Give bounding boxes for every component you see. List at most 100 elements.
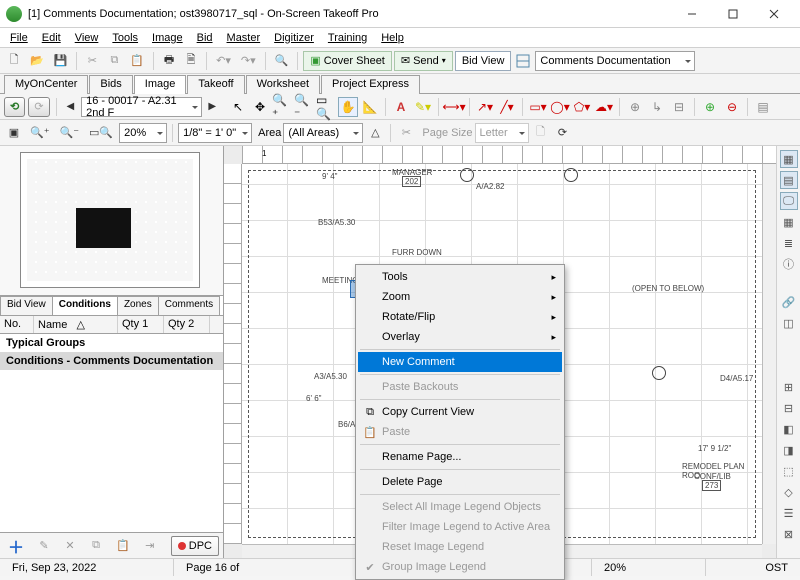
- tool-g-icon[interactable]: ☰: [780, 504, 798, 522]
- tool-h-icon[interactable]: ⊠: [780, 525, 798, 543]
- zoom-in-icon[interactable]: 🔍⁺: [272, 97, 292, 117]
- crop-icon[interactable]: ✂: [396, 123, 416, 143]
- view-grid2-icon[interactable]: ▦: [780, 213, 798, 231]
- undo-icon[interactable]: ↶▾: [212, 51, 235, 71]
- view-list-icon[interactable]: ≣: [780, 234, 798, 252]
- edit-condition-icon[interactable]: ✎: [34, 536, 54, 556]
- scale-selector[interactable]: 1/8" = 1' 0": [178, 123, 252, 143]
- find-icon[interactable]: 🔍: [271, 51, 293, 71]
- menu-bid[interactable]: Bid: [191, 30, 219, 46]
- view-info-icon[interactable]: ⓘ: [780, 255, 798, 273]
- pointer-icon[interactable]: ↖: [228, 97, 248, 117]
- zoom-window-icon[interactable]: ▭🔍: [85, 123, 117, 143]
- ctx-delete-page[interactable]: Delete Page: [358, 472, 562, 492]
- dpc-button[interactable]: DPC: [171, 536, 219, 556]
- left-tab-bidview[interactable]: Bid View: [0, 296, 53, 315]
- export-page-icon[interactable]: 🗋: [531, 123, 551, 143]
- move-icon[interactable]: ✥: [250, 97, 270, 117]
- ctx-tools[interactable]: Tools: [358, 267, 562, 287]
- zoom-selector[interactable]: 20%: [119, 123, 167, 143]
- copy-condition-icon[interactable]: ⧉: [86, 536, 106, 556]
- tab-myoncenter[interactable]: MyOnCenter: [4, 75, 88, 94]
- document-selector[interactable]: Comments Documentation: [535, 51, 695, 71]
- paste-condition-icon[interactable]: 📋: [112, 536, 134, 556]
- tab-project-express[interactable]: Project Express: [321, 75, 420, 94]
- menu-image[interactable]: Image: [146, 30, 189, 46]
- tool-b-icon[interactable]: ⊟: [780, 399, 798, 417]
- thumbnail-area[interactable]: [0, 146, 223, 296]
- col-no[interactable]: No.: [0, 316, 34, 333]
- tab-takeoff[interactable]: Takeoff: [187, 75, 244, 94]
- tool-e-icon[interactable]: ⬚: [780, 462, 798, 480]
- tool-a-icon[interactable]: ⊞: [780, 378, 798, 396]
- menu-digitizer[interactable]: Digitizer: [268, 30, 320, 46]
- hotlink-icon[interactable]: ⊕: [625, 97, 645, 117]
- col-name[interactable]: Name △: [34, 316, 118, 333]
- zoom-minus-icon[interactable]: 🔍⁻: [56, 123, 84, 143]
- menu-training[interactable]: Training: [322, 30, 373, 46]
- tool-c-icon[interactable]: ◧: [780, 420, 798, 438]
- page-prev-button[interactable]: ◀: [63, 97, 78, 117]
- view-mixed-icon[interactable]: ▤: [780, 171, 798, 189]
- nav-forward-button[interactable]: ⟳: [28, 97, 49, 117]
- close-button[interactable]: [754, 1, 794, 27]
- rectangle-icon[interactable]: ▭▾: [528, 97, 548, 117]
- menu-master[interactable]: Master: [221, 30, 267, 46]
- ctx-zoom[interactable]: Zoom: [358, 287, 562, 307]
- link-icon[interactable]: 🔗: [780, 293, 798, 311]
- hotlink-arrow-icon[interactable]: ↳: [647, 97, 667, 117]
- ellipse-icon[interactable]: ◯▾: [550, 97, 570, 117]
- ctx-overlay[interactable]: Overlay: [358, 327, 562, 347]
- send-button[interactable]: ✉Send▾: [394, 51, 453, 71]
- cloud-icon[interactable]: ☁▾: [594, 97, 614, 117]
- measure-icon[interactable]: 📐: [360, 97, 380, 117]
- page-size-selector[interactable]: Letter: [475, 123, 529, 143]
- tab-image[interactable]: Image: [134, 75, 187, 94]
- delete-condition-icon[interactable]: ✕: [60, 536, 80, 556]
- tool-d-icon[interactable]: ◨: [780, 441, 798, 459]
- approve-icon[interactable]: ⊕: [700, 97, 720, 117]
- menu-help[interactable]: Help: [375, 30, 410, 46]
- menu-file[interactable]: File: [4, 30, 34, 46]
- view-monitor-icon[interactable]: 🖵: [780, 192, 798, 210]
- page-selector[interactable]: 16 - 00017 - A2.31 2nd F: [81, 97, 201, 117]
- menu-tools[interactable]: Tools: [106, 30, 144, 46]
- assign-condition-icon[interactable]: ⇥: [140, 536, 160, 556]
- zoom-region-icon[interactable]: ▭🔍: [316, 97, 336, 117]
- tab-worksheet[interactable]: Worksheet: [246, 75, 320, 94]
- bidview-button[interactable]: Bid View: [455, 51, 512, 71]
- zoom-out-icon[interactable]: 🔍⁻: [294, 97, 314, 117]
- menu-view[interactable]: View: [69, 30, 105, 46]
- col-qty2[interactable]: Qty 2: [164, 316, 210, 333]
- area-selector[interactable]: (All Areas): [283, 123, 363, 143]
- cover-sheet-button[interactable]: ▣Cover Sheet: [303, 51, 392, 71]
- legend-icon[interactable]: ▤: [753, 97, 773, 117]
- print-icon[interactable]: 🖶: [159, 51, 179, 71]
- ruler-v-icon[interactable]: ⊟: [669, 97, 689, 117]
- view-grid-icon[interactable]: ▦: [780, 150, 798, 168]
- plan-icon[interactable]: [513, 51, 533, 71]
- pan-icon[interactable]: ✋: [338, 97, 358, 117]
- layers-icon[interactable]: ◫: [780, 314, 798, 332]
- reject-icon[interactable]: ⊖: [722, 97, 742, 117]
- left-tab-comments[interactable]: Comments: [158, 296, 220, 315]
- add-condition-icon[interactable]: ＋: [4, 536, 28, 556]
- minimize-button[interactable]: [672, 1, 712, 27]
- text-annotation-icon[interactable]: A: [391, 97, 411, 117]
- open-icon[interactable]: 📂: [26, 51, 48, 71]
- group-row[interactable]: Typical Groups: [0, 334, 223, 352]
- area-clear-icon[interactable]: △: [365, 123, 385, 143]
- ctx-new-comment[interactable]: New Comment: [358, 352, 562, 372]
- arrow-icon[interactable]: ↗▾: [475, 97, 495, 117]
- left-tab-zones[interactable]: Zones: [117, 296, 159, 315]
- save-icon[interactable]: 💾: [50, 51, 72, 71]
- redo-icon[interactable]: ↷▾: [237, 51, 260, 71]
- ctx-rotate-flip[interactable]: Rotate/Flip: [358, 307, 562, 327]
- left-tab-conditions[interactable]: Conditions: [52, 296, 118, 315]
- selected-condition-row[interactable]: Conditions - Comments Documentation: [0, 352, 223, 370]
- col-qty1[interactable]: Qty 1: [118, 316, 164, 333]
- zoom-plus-icon[interactable]: 🔍⁺: [26, 123, 54, 143]
- paste-icon[interactable]: 📋: [126, 51, 148, 71]
- new-icon[interactable]: 🗋: [4, 51, 24, 71]
- polygon-icon[interactable]: ⬠▾: [572, 97, 592, 117]
